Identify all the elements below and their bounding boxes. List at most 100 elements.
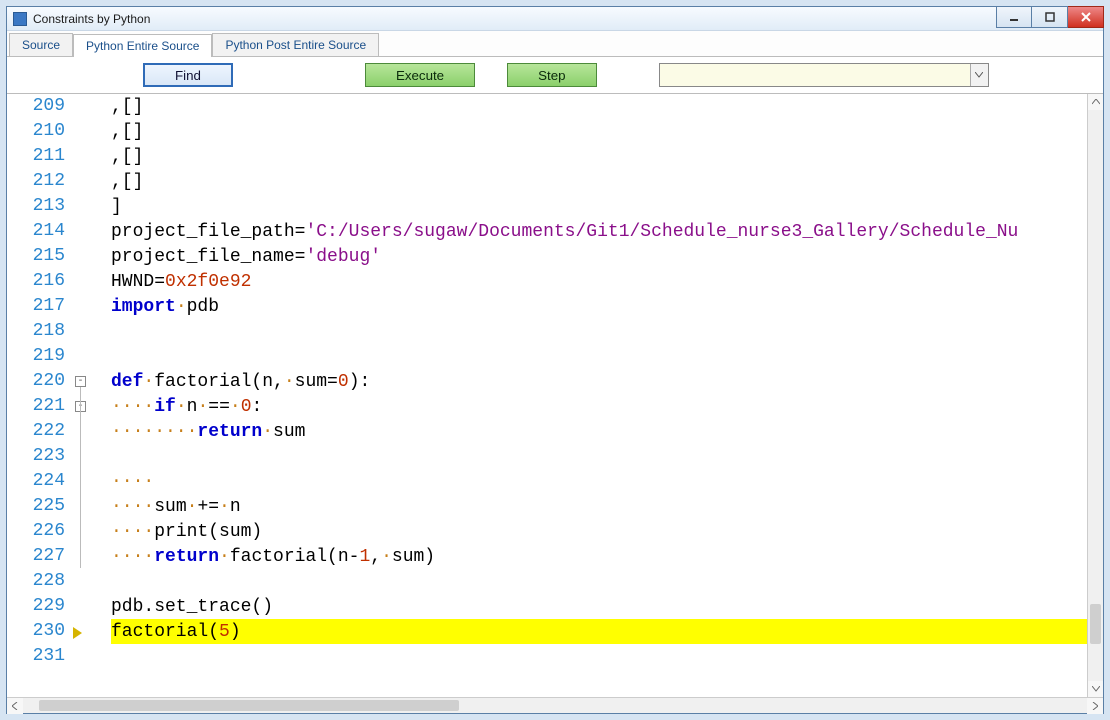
code-row[interactable]: 212 ,[]: [7, 169, 1087, 194]
current-line-marker-icon: [73, 625, 82, 645]
code-content[interactable]: ,[]: [111, 144, 1087, 169]
hscroll-track[interactable]: [23, 698, 1087, 713]
vscroll-thumb[interactable]: [1090, 604, 1101, 644]
code-content[interactable]: ····print(sum): [111, 519, 1087, 544]
vertical-scrollbar[interactable]: [1087, 94, 1103, 697]
line-number: 223: [7, 444, 65, 469]
code-row[interactable]: 230 factorial(5): [7, 619, 1087, 644]
code-row[interactable]: 214 project_file_path='C:/Users/sugaw/Doc…: [7, 219, 1087, 244]
editor-area: 209,[]210,[]211,[]212,[]213]214project_f…: [7, 93, 1103, 697]
code-content[interactable]: ····if·n·==·0:: [111, 394, 1087, 419]
code-editor[interactable]: 209,[]210,[]211,[]212,[]213]214project_f…: [7, 94, 1087, 697]
code-row[interactable]: 227 ····return·factorial(n-1,·sum): [7, 544, 1087, 569]
line-number: 218: [7, 319, 65, 344]
minimize-button[interactable]: [996, 6, 1032, 28]
chevron-down-icon[interactable]: [970, 64, 988, 86]
code-content[interactable]: factorial(5): [111, 619, 1087, 644]
code-row[interactable]: 229 pdb.set_trace(): [7, 594, 1087, 619]
code-content[interactable]: def·factorial(n,·sum=0):: [111, 369, 1087, 394]
code-row[interactable]: 224 ····: [7, 469, 1087, 494]
line-number: 217: [7, 294, 65, 319]
close-icon: [1080, 11, 1092, 23]
code-content[interactable]: [111, 569, 1087, 594]
line-number: 212: [7, 169, 65, 194]
code-row[interactable]: 213]: [7, 194, 1087, 219]
code-content[interactable]: ····sum·+=·n: [111, 494, 1087, 519]
code-content[interactable]: [111, 319, 1087, 344]
code-row[interactable]: 223: [7, 444, 1087, 469]
code-row[interactable]: 222 ········return·sum: [7, 419, 1087, 444]
line-number: 225: [7, 494, 65, 519]
code-content[interactable]: ,[]: [111, 119, 1087, 144]
code-row[interactable]: 209 ,[]: [7, 94, 1087, 119]
app-icon: [13, 12, 27, 26]
line-number: 221: [7, 394, 65, 419]
code-row[interactable]: 228: [7, 569, 1087, 594]
app-window: Constraints by Python SourcePython Entir…: [6, 6, 1104, 714]
code-row[interactable]: 215 project_file_name='debug': [7, 244, 1087, 269]
tab-python-post-entire-source[interactable]: Python Post Entire Source: [212, 33, 379, 56]
code-content[interactable]: [111, 444, 1087, 469]
code-content[interactable]: import·pdb: [111, 294, 1087, 319]
maximize-button[interactable]: [1032, 6, 1068, 28]
scroll-up-icon[interactable]: [1088, 94, 1103, 110]
line-number: 220: [7, 369, 65, 394]
code-row[interactable]: 217 import·pdb: [7, 294, 1087, 319]
code-content[interactable]: ····: [111, 469, 1087, 494]
combo-box[interactable]: [659, 63, 989, 87]
scroll-right-icon[interactable]: [1087, 698, 1103, 714]
code-content[interactable]: pdb.set_trace(): [111, 594, 1087, 619]
code-content[interactable]: ,[]: [111, 94, 1087, 119]
line-number: 228: [7, 569, 65, 594]
find-button[interactable]: Find: [143, 63, 233, 87]
line-number: 214: [7, 219, 65, 244]
close-button[interactable]: [1068, 6, 1104, 28]
line-number: 230: [7, 619, 65, 644]
title-bar[interactable]: Constraints by Python: [7, 7, 1103, 31]
code-row[interactable]: 220- def·factorial(n,·sum=0):: [7, 369, 1087, 394]
code-content[interactable]: HWND=0x2f0e92: [111, 269, 1087, 294]
code-content[interactable]: ]: [111, 194, 1087, 219]
hscroll-thumb[interactable]: [39, 700, 459, 711]
code-content[interactable]: ····return·factorial(n-1,·sum): [111, 544, 1087, 569]
tab-python-entire-source[interactable]: Python Entire Source: [73, 34, 212, 57]
code-row[interactable]: 225 ····sum·+=·n: [7, 494, 1087, 519]
code-row[interactable]: 211,[]: [7, 144, 1087, 169]
line-number: 229: [7, 594, 65, 619]
fold-guide: [80, 387, 81, 568]
line-number: 216: [7, 269, 65, 294]
fold-toggle-icon[interactable]: -: [75, 376, 86, 387]
code-content[interactable]: project_file_path='C:/Users/sugaw/Docume…: [111, 219, 1087, 244]
line-number: 209: [7, 94, 65, 119]
tab-source[interactable]: Source: [9, 33, 73, 56]
line-number: 219: [7, 344, 65, 369]
code-content[interactable]: [111, 644, 1087, 669]
line-number: 213: [7, 194, 65, 219]
line-number: 231: [7, 644, 65, 669]
horizontal-scrollbar[interactable]: [7, 697, 1103, 713]
code-content[interactable]: ········return·sum: [111, 419, 1087, 444]
code-row[interactable]: 216 HWND=0x2f0e92: [7, 269, 1087, 294]
maximize-icon: [1044, 11, 1056, 23]
scroll-left-icon[interactable]: [7, 698, 23, 714]
code-row[interactable]: 219: [7, 344, 1087, 369]
line-number: 224: [7, 469, 65, 494]
code-row[interactable]: 221-····if·n·==·0:: [7, 394, 1087, 419]
line-number: 227: [7, 544, 65, 569]
code-content[interactable]: ,[]: [111, 169, 1087, 194]
line-number: 226: [7, 519, 65, 544]
line-number: 210: [7, 119, 65, 144]
code-row[interactable]: 210 ,[]: [7, 119, 1087, 144]
execute-button[interactable]: Execute: [365, 63, 475, 87]
scroll-down-icon[interactable]: [1088, 681, 1103, 697]
step-button[interactable]: Step: [507, 63, 596, 87]
code-row[interactable]: 231: [7, 644, 1087, 669]
window-title: Constraints by Python: [33, 12, 150, 26]
code-row[interactable]: 226 ····print(sum): [7, 519, 1087, 544]
code-content[interactable]: project_file_name='debug': [111, 244, 1087, 269]
line-number: 215: [7, 244, 65, 269]
code-row[interactable]: 218: [7, 319, 1087, 344]
code-content[interactable]: [111, 344, 1087, 369]
line-number: 222: [7, 419, 65, 444]
window-controls: [996, 6, 1104, 28]
